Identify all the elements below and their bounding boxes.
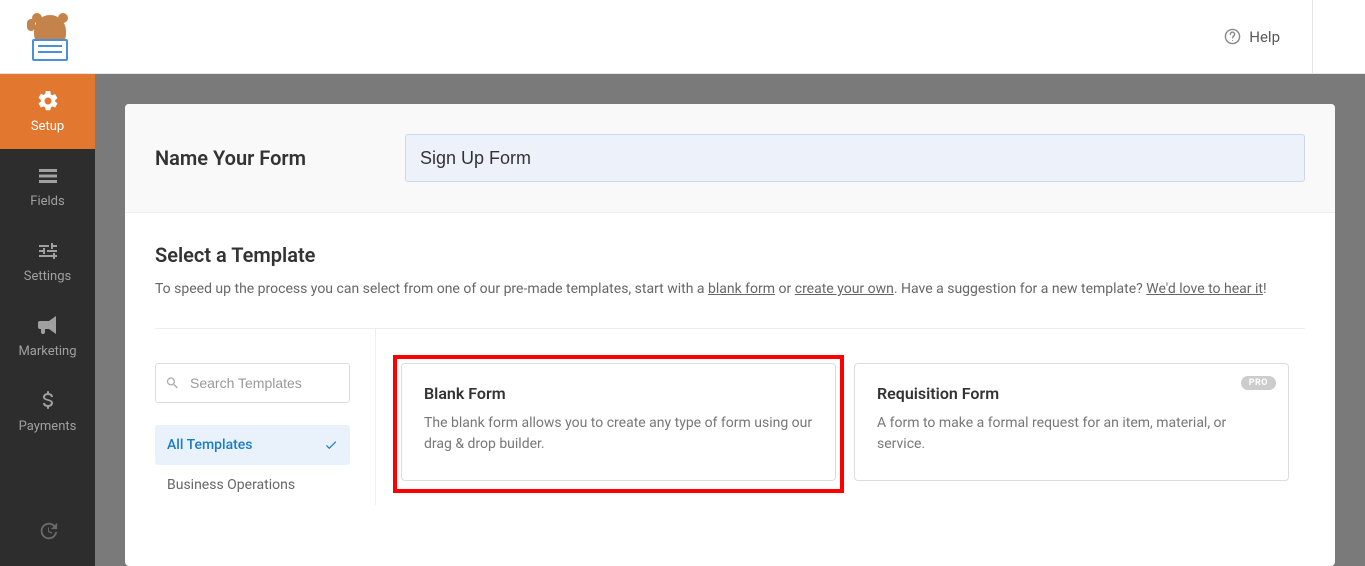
sliders-icon [36, 239, 60, 263]
pro-badge: PRO [1241, 376, 1276, 390]
sidebar-label: Marketing [18, 344, 76, 359]
sidebar-history-button[interactable] [0, 506, 95, 556]
history-icon [37, 520, 59, 542]
gear-icon [36, 89, 60, 113]
search-icon [165, 376, 180, 391]
content-inner: Name Your Form Select a Template To spee… [125, 104, 1335, 566]
template-cards: Blank Form The blank form allows you to … [375, 329, 1305, 505]
category-business-operations[interactable]: Business Operations [155, 465, 350, 505]
template-section: Select a Template To speed up the proces… [125, 213, 1335, 535]
bullhorn-icon [36, 314, 60, 338]
sidebar: Setup Fields Settings Marketing Payments [0, 74, 95, 566]
check-icon [324, 438, 338, 452]
template-card-requisition-form[interactable]: PRO Requisition Form A form to make a fo… [854, 363, 1289, 481]
logo-wrap [10, 13, 90, 61]
template-card-title: Blank Form [424, 384, 813, 403]
category-label: All Templates [167, 437, 253, 453]
sidebar-label: Fields [30, 194, 64, 209]
close-button[interactable] [1312, 0, 1345, 74]
template-desc: To speed up the process you can select f… [155, 279, 1305, 300]
sidebar-item-settings[interactable]: Settings [0, 224, 95, 299]
sidebar-label: Setup [31, 119, 64, 134]
blank-form-link[interactable]: blank form [708, 281, 775, 297]
sidebar-item-marketing[interactable]: Marketing [0, 299, 95, 374]
template-card-title: Requisition Form [877, 384, 1266, 403]
template-card-desc: The blank form allows you to create any … [424, 413, 813, 455]
dollar-icon [36, 389, 60, 413]
sidebar-item-setup[interactable]: Setup [0, 74, 95, 149]
list-icon [36, 164, 60, 188]
search-templates-input[interactable] [155, 363, 350, 403]
template-card-desc: A form to make a formal request for an i… [877, 413, 1266, 455]
help-icon [1224, 28, 1241, 45]
template-card-blank-form[interactable]: Blank Form The blank form allows you to … [401, 363, 836, 481]
template-left-panel: All Templates Business Operations [155, 329, 350, 505]
content-outer: Name Your Form Select a Template To spee… [95, 74, 1365, 566]
template-card-wrap: PRO Requisition Form A form to make a fo… [854, 363, 1289, 485]
sidebar-label: Settings [24, 269, 71, 284]
help-link[interactable]: Help [1224, 28, 1280, 46]
create-own-link[interactable]: create your own [795, 281, 894, 297]
sidebar-item-payments[interactable]: Payments [0, 374, 95, 449]
top-bar: Help [0, 0, 1365, 74]
help-label: Help [1249, 28, 1280, 46]
category-label: Business Operations [167, 477, 295, 493]
template-card-wrap: Blank Form The blank form allows you to … [401, 363, 836, 485]
sidebar-item-fields[interactable]: Fields [0, 149, 95, 224]
name-section: Name Your Form [125, 104, 1335, 213]
category-all-templates[interactable]: All Templates [155, 425, 350, 465]
sidebar-label: Payments [19, 419, 77, 434]
form-name-input[interactable] [405, 134, 1305, 182]
search-templates-wrap [155, 363, 350, 403]
name-label: Name Your Form [155, 146, 355, 170]
template-title: Select a Template [155, 243, 1305, 267]
app-logo[interactable] [26, 13, 74, 61]
feedback-link[interactable]: We'd love to hear it [1146, 281, 1263, 297]
